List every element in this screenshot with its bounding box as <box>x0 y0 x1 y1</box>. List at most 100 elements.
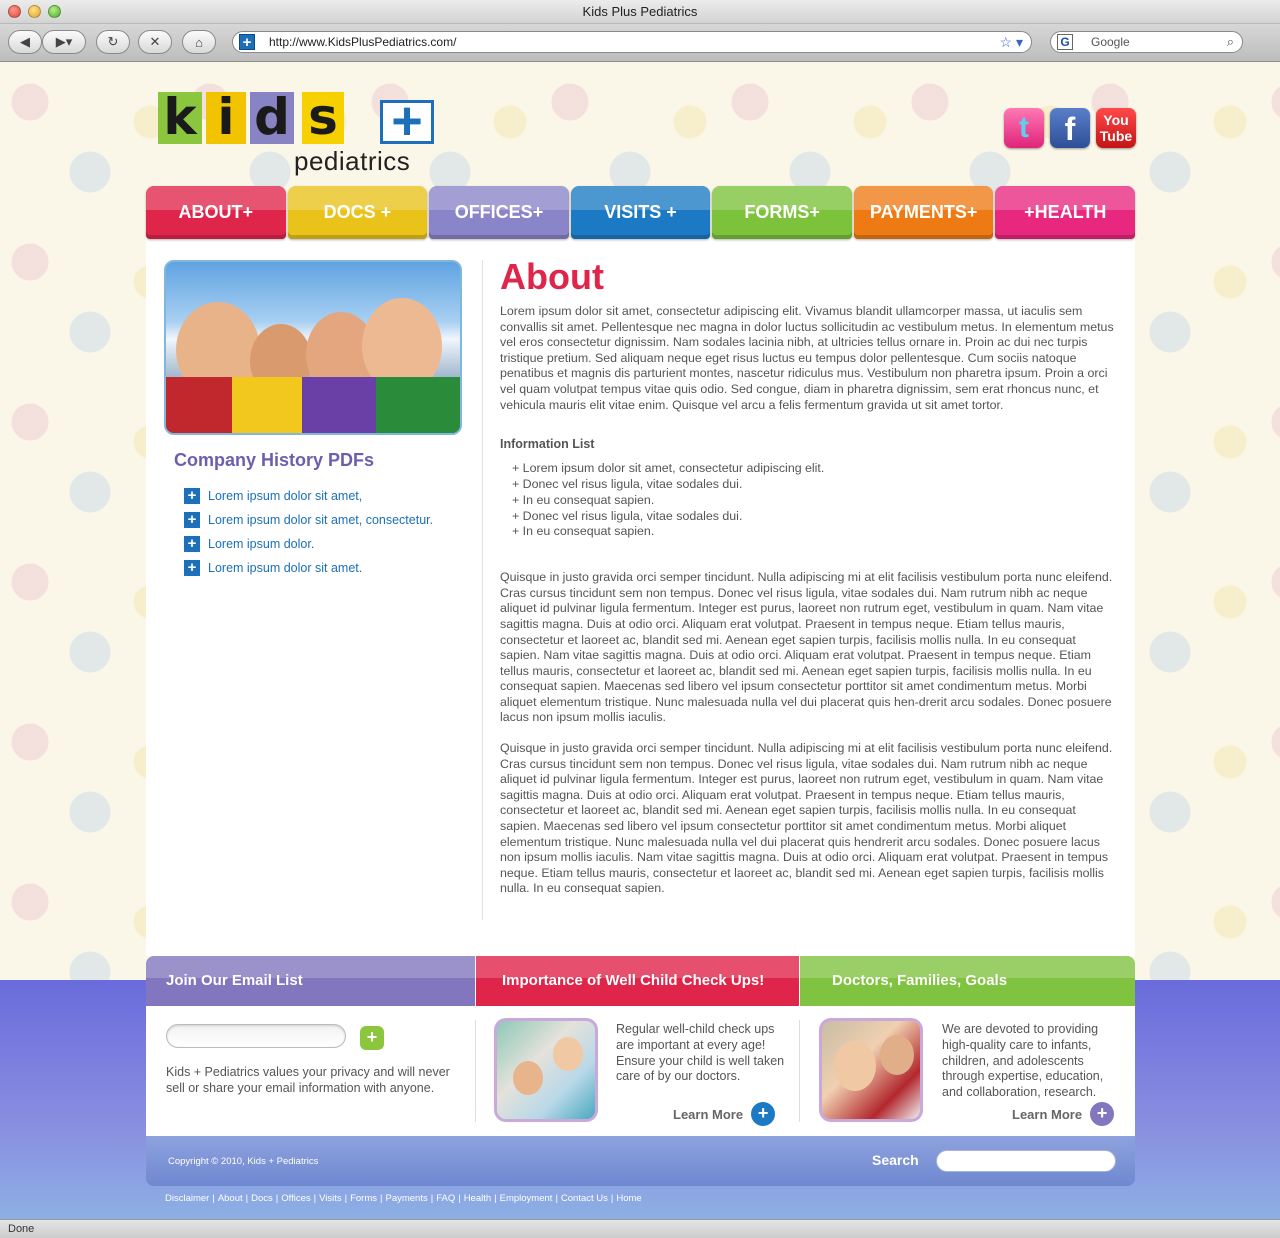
feature-boxes: + Kids + Pediatrics values your privacy … <box>146 1006 1135 1136</box>
footer-link[interactable]: Health <box>464 1193 491 1204</box>
browser-search-placeholder: Google <box>1091 35 1130 49</box>
email-signup-input[interactable] <box>166 1024 346 1048</box>
privacy-text: Kids + Pediatrics values your privacy an… <box>166 1065 450 1095</box>
browser-search-field[interactable]: G Google ⌕ <box>1050 31 1243 53</box>
copyright-text: Copyright © 2010, Kids + Pediatrics <box>168 1156 319 1167</box>
site-favicon-icon: + <box>239 34 255 50</box>
back-button[interactable]: ◀ <box>8 30 42 54</box>
footer-link[interactable]: FAQ <box>436 1193 455 1204</box>
logo-subtitle: pediatrics <box>294 146 411 176</box>
footer-link[interactable]: Docs <box>251 1193 273 1204</box>
boy-checkup-photo <box>819 1018 923 1122</box>
browser-toolbar: ◀ ▶▾ ↻ ✕ ⌂ + http://www.KidsPlusPediatri… <box>0 24 1280 62</box>
footer-link[interactable]: Contact Us <box>561 1193 608 1204</box>
footer-link[interactable]: Employment <box>500 1193 553 1204</box>
home-button[interactable]: ⌂ <box>182 30 216 54</box>
info-list-title: Information List <box>500 437 595 452</box>
info-list: + Lorem ipsum dolor sit amet, consectetu… <box>512 461 1116 540</box>
magnifier-icon[interactable]: ⌕ <box>1227 32 1234 52</box>
intro-paragraph: Lorem ipsum dolor sit amet, consectetur … <box>500 304 1114 412</box>
youtube-label-top: You <box>1103 112 1129 128</box>
youtube-label-bottom: Tube <box>1099 128 1133 144</box>
kids-plus-logo[interactable]: k i d s + pediatrics <box>158 92 438 176</box>
nav-health[interactable]: +HEALTH <box>995 186 1136 239</box>
logo-letter-s: s <box>302 92 344 144</box>
nav-payments[interactable]: PAYMENTS+ <box>853 186 994 239</box>
plus-circle-icon: + <box>1090 1102 1115 1126</box>
copyright-bar: Copyright © 2010, Kids + Pediatrics Sear… <box>146 1136 1135 1186</box>
checkups-text: Regular well-child check ups are importa… <box>616 1022 785 1084</box>
box-divider <box>799 1020 800 1122</box>
child-face <box>513 1061 543 1095</box>
info-list-item: + In eu consequat sapien. <box>512 524 655 539</box>
learn-more-doctors-link[interactable]: Learn More + <box>1012 1102 1115 1126</box>
back-arrow-icon: ◀ <box>20 34 30 49</box>
doctor-face <box>880 1035 914 1075</box>
site-search-input[interactable] <box>936 1150 1116 1172</box>
forward-arrow-icon: ▶▾ <box>55 34 73 49</box>
pdf-link-list: + Lorem ipsum dolor sit amet, + Lorem ipsu… <box>184 484 433 580</box>
nav-forms[interactable]: FORMS+ <box>712 186 852 239</box>
youtube-icon[interactable]: You Tube <box>1096 108 1136 148</box>
pdf-link[interactable]: + Lorem ipsum dolor sit amet. <box>184 556 433 580</box>
footer-link[interactable]: Visits <box>319 1193 342 1204</box>
logo-letter-d: d <box>250 92 294 144</box>
email-list-header: Join Our Email List <box>146 956 475 1006</box>
close-window-button[interactable] <box>8 5 21 18</box>
footer-link[interactable]: Forms <box>350 1193 377 1204</box>
footer-link[interactable]: Offices <box>281 1193 310 1204</box>
nav-visits[interactable]: VISITS + <box>570 186 711 239</box>
minimize-window-button[interactable] <box>28 5 41 18</box>
child-shirt <box>376 377 460 433</box>
pdf-link[interactable]: + Lorem ipsum dolor sit amet, <box>184 484 433 508</box>
reload-button[interactable]: ↻ <box>96 30 130 54</box>
pdf-link[interactable]: + Lorem ipsum dolor sit amet, consectetur… <box>184 508 433 532</box>
child-shirt <box>232 377 302 433</box>
doctors-header[interactable]: Doctors, Families, Goals <box>799 956 1135 1006</box>
window-title: Kids Plus Pediatrics <box>582 4 698 19</box>
nav-about[interactable]: ABOUT+ <box>146 186 286 239</box>
main-nav: ABOUT+ DOCS + OFFICES+ VISITS + FORMS+ P… <box>146 186 1136 239</box>
footer-link[interactable]: Home <box>616 1193 641 1204</box>
body-paragraph: Quisque in justo gravida orci semper tin… <box>500 570 1113 725</box>
address-bar[interactable]: + http://www.KidsPlusPediatrics.com/ ☆ ▾ <box>232 31 1032 53</box>
stop-icon: ✕ <box>149 34 161 49</box>
footer-link[interactable]: Disclaimer <box>165 1193 209 1204</box>
google-search-engine-icon[interactable]: G <box>1057 34 1073 50</box>
page-title: About <box>500 256 604 297</box>
browser-status-bar: Done <box>0 1219 1280 1238</box>
twitter-icon[interactable]: t <box>1004 108 1044 148</box>
nav-docs[interactable]: DOCS + <box>287 186 428 239</box>
column-divider <box>482 260 483 920</box>
info-list-item: + Donec vel risus ligula, vitae sodales … <box>512 508 743 523</box>
footer-link[interactable]: Payments <box>385 1193 427 1204</box>
info-list-item: + Lorem ipsum dolor sit amet, consectetu… <box>512 461 825 476</box>
body-paragraph: Quisque in justo gravida orci semper tin… <box>500 741 1113 896</box>
plus-icon: + <box>184 512 200 528</box>
doctor-face <box>553 1037 583 1071</box>
learn-more-checkups-link[interactable]: Learn More + <box>673 1102 776 1126</box>
status-text: Done <box>8 1223 35 1235</box>
nav-offices[interactable]: OFFICES+ <box>429 186 569 239</box>
window-controls <box>8 5 61 18</box>
zoom-window-button[interactable] <box>48 5 61 18</box>
site-search-label: Search <box>872 1152 919 1168</box>
url-text: http://www.KidsPlusPediatrics.com/ <box>269 35 457 49</box>
info-list-item: + Donec vel risus ligula, vitae sodales … <box>512 476 743 491</box>
box-divider <box>475 1020 476 1122</box>
facebook-icon[interactable]: f <box>1050 108 1090 148</box>
plus-circle-icon: + <box>751 1102 776 1126</box>
doctors-text: We are devoted to providing high-quality… <box>942 1022 1104 1100</box>
stop-button[interactable]: ✕ <box>138 30 172 54</box>
email-submit-button[interactable]: + <box>360 1026 384 1050</box>
feature-tabs: Join Our Email List Importance of Well C… <box>146 956 1135 1006</box>
child-face <box>834 1041 876 1091</box>
logo-plus-icon: + <box>380 94 434 148</box>
bookmark-star-icon[interactable]: ☆ ▾ <box>1000 32 1023 52</box>
plus-icon: + <box>184 536 200 552</box>
info-list-item: + In eu consequat sapien. <box>512 492 655 507</box>
pdf-link[interactable]: + Lorem ipsum dolor. <box>184 532 433 556</box>
footer-link[interactable]: About <box>218 1193 243 1204</box>
forward-button[interactable]: ▶▾ <box>42 30 86 54</box>
checkups-header[interactable]: Importance of Well Child Check Ups! <box>475 956 799 1006</box>
